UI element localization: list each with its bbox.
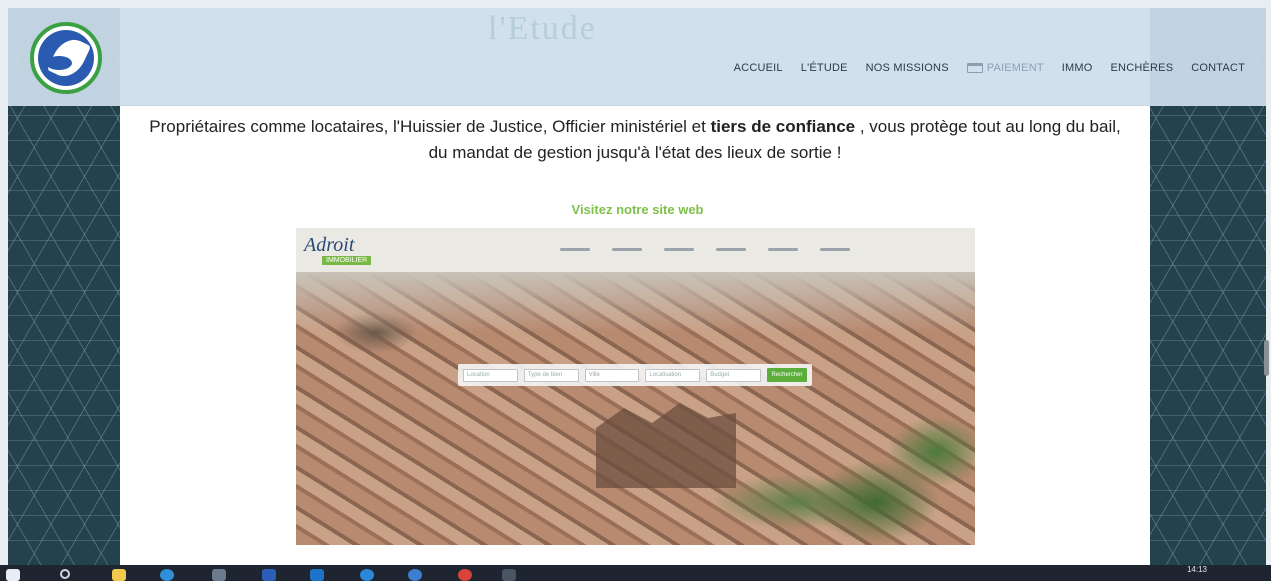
menu-item-label: ACCUEIL (733, 62, 783, 74)
chrome-icon[interactable] (458, 569, 472, 581)
site-header: l'Etude ACCUEIL L'ÉTUDE NOS MISSIONS PAIEME… (8, 8, 1266, 106)
preview-logo-sub: IMMOBILIER (322, 256, 372, 265)
preview-logo: Adroit (304, 234, 355, 256)
header-ghost-title: l'Etude (488, 10, 597, 47)
word-icon[interactable] (262, 569, 276, 581)
preview-search-field: Budget (706, 368, 761, 382)
preview-menu-item (768, 248, 798, 251)
preview-navbar: Adroit IMMOBILIER (296, 228, 975, 272)
main-menu: ACCUEIL L'ÉTUDE NOS MISSIONS PAIEMENT IMMO EN… (725, 62, 1254, 74)
app-icon[interactable] (360, 569, 374, 581)
os-taskbar: 14:13 (0, 565, 1271, 581)
intro-paragraph: Propriétaires comme locataires, l'Huissi… (140, 114, 1130, 166)
preview-search-field: Ville (584, 368, 640, 382)
photo-haze (296, 272, 975, 332)
menu-item-label: ENCHÈRES (1110, 62, 1174, 74)
menu-item-nos-missions[interactable]: NOS MISSIONS (857, 62, 958, 74)
active-app-icon[interactable] (502, 569, 516, 581)
preview-menu-item (664, 248, 694, 251)
website-preview-image[interactable]: Adroit IMMOBILIER Location Type de bien … (296, 228, 975, 545)
credit-card-icon (966, 63, 983, 73)
menu-item-label: NOS MISSIONS (865, 62, 949, 74)
preview-menu (560, 248, 850, 251)
browser-icon[interactable] (408, 569, 422, 581)
menu-item-contact[interactable]: CONTACT (1182, 62, 1254, 74)
preview-menu-item (612, 248, 642, 251)
intro-text-before: Propriétaires comme locataires, l'Huissi… (149, 117, 711, 136)
menu-item-label: L'ÉTUDE (800, 62, 848, 74)
preview-search-field: Type de bien (523, 368, 579, 382)
menu-item-enchères[interactable]: ENCHÈRES (1102, 62, 1183, 74)
start-icon[interactable] (6, 569, 20, 581)
menu-item-paiement[interactable]: PAIEMENT (958, 62, 1053, 74)
file-explorer-icon[interactable] (112, 569, 126, 581)
preview-search-button: Rechercher (766, 368, 807, 382)
preview-menu-item (820, 248, 850, 251)
bird-logo-icon (38, 30, 94, 86)
menu-item-label: CONTACT (1191, 62, 1245, 74)
menu-item-label: IMMO (1061, 62, 1093, 74)
visit-website-link[interactable]: Visitez notre site web (0, 202, 1271, 217)
edge-icon[interactable] (160, 569, 174, 581)
site-logo[interactable] (30, 22, 102, 94)
outlook-icon[interactable] (310, 569, 324, 581)
search-icon[interactable] (60, 569, 70, 579)
menu-item-accueil[interactable]: ACCUEIL (725, 62, 792, 74)
preview-search-field: Location (463, 368, 518, 382)
store-icon[interactable] (212, 569, 226, 581)
menu-item-immo[interactable]: IMMO (1053, 62, 1102, 74)
preview-menu-item (560, 248, 590, 251)
preview-menu-item (716, 248, 746, 251)
menu-item-label: PAIEMENT (986, 62, 1044, 74)
preview-search-field: Localisation (645, 368, 701, 382)
preview-search-bar: Location Type de bien Ville Localisation… (458, 364, 812, 386)
page-scrollbar[interactable] (1264, 340, 1269, 376)
menu-item-l-étude[interactable]: L'ÉTUDE (792, 62, 857, 74)
intro-bold-text: tiers de confiance (710, 117, 856, 136)
taskbar-clock: 14:13 (1186, 565, 1207, 574)
